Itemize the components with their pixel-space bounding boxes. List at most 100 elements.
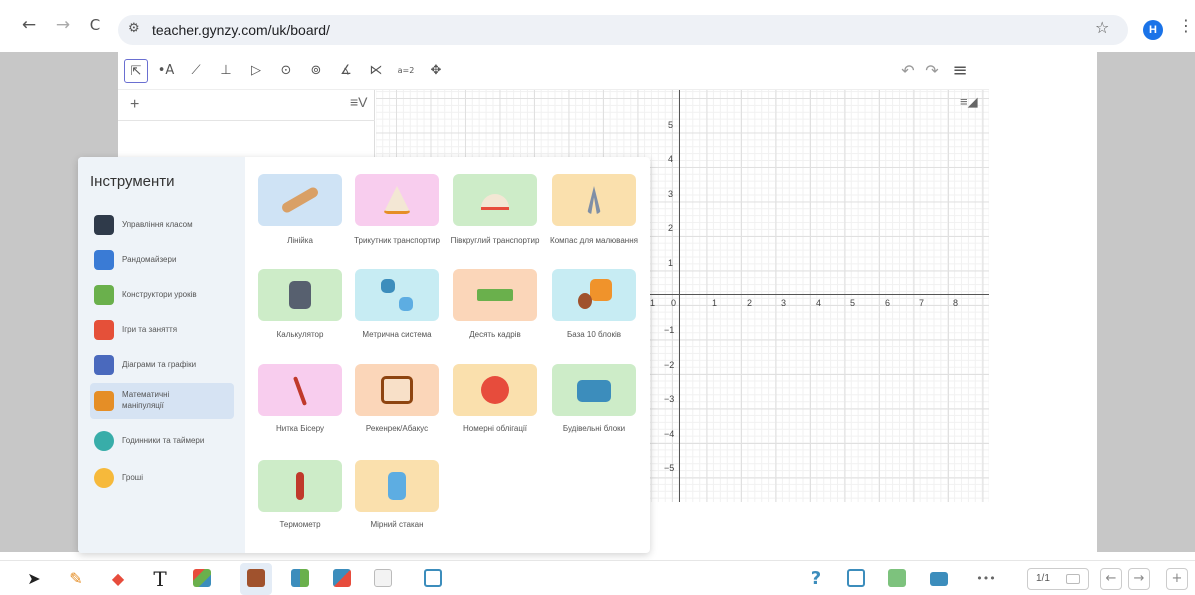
save-icon[interactable] <box>847 569 865 587</box>
category-lesson-builders[interactable]: Конструктори уроків <box>90 277 234 313</box>
x-tick-label: 4 <box>816 298 822 308</box>
next-page-button[interactable]: → <box>1128 568 1150 590</box>
add-expression-icon[interactable]: + <box>130 96 139 114</box>
tool-measuring-cup[interactable] <box>355 460 439 512</box>
reflect-tool-icon[interactable]: ⋉ <box>364 59 388 83</box>
text-icon[interactable]: T <box>150 569 170 589</box>
tool-drawing-compass[interactable] <box>552 174 636 226</box>
category-money[interactable]: Гроші <box>90 460 234 496</box>
y-tick-label: −4 <box>664 429 675 439</box>
back-button[interactable]: ← <box>18 14 40 36</box>
address-bar[interactable]: ⚙ teacher.gynzy.com/uk/board/ <box>118 15 1128 45</box>
category-clocks-timers[interactable]: Годинники та таймери <box>90 423 234 459</box>
tool-label: Лінійка <box>287 236 313 245</box>
tool-triangle-protractor[interactable] <box>355 174 439 226</box>
tool-rekenrek-abacus[interactable] <box>355 364 439 416</box>
tool-calculator[interactable] <box>258 269 342 321</box>
category-games[interactable]: Ігри та заняття <box>90 312 234 348</box>
category-label: Ігри та заняття <box>122 325 178 334</box>
tool-ruler[interactable] <box>258 174 342 226</box>
add-page-button[interactable]: + <box>1166 568 1188 590</box>
tool-semicircle-protractor[interactable] <box>453 174 537 226</box>
url-text[interactable]: teacher.gynzy.com/uk/board/ <box>152 22 330 38</box>
tool-bead-string[interactable] <box>258 364 342 416</box>
category-label: Рандомайзери <box>122 255 177 264</box>
y-tick-label: 4 <box>668 154 674 164</box>
category-class-management[interactable]: Управління класом <box>90 207 234 243</box>
polygon-tool-icon[interactable]: ▷ <box>244 59 268 83</box>
pointer-icon[interactable]: ➤ <box>24 569 44 589</box>
calculator-icon <box>289 281 311 309</box>
ruler-icon <box>94 391 114 411</box>
category-label: Управління класом <box>122 220 193 229</box>
tool-thermometer[interactable] <box>258 460 342 512</box>
list-icon[interactable] <box>374 569 392 587</box>
angle-tool-icon[interactable]: ∡ <box>334 59 358 83</box>
graphics-style-icon[interactable]: ≡◢ <box>960 94 978 110</box>
tool-label: Метрична система <box>362 330 432 339</box>
reload-button[interactable]: C <box>84 14 106 36</box>
tool-number-bonds[interactable] <box>453 364 537 416</box>
tool-label: Мірний стакан <box>370 520 424 529</box>
coins-icon <box>94 468 114 488</box>
browser-menu-icon[interactable]: ⋮ <box>1178 16 1194 35</box>
undo-icon[interactable]: ↶ <box>896 59 920 83</box>
tools-categories: Інструменти Управління класом Рандомайзе… <box>78 157 245 553</box>
point-tool-icon[interactable]: •A <box>154 59 178 83</box>
page-counter[interactable]: 1/1 <box>1027 568 1089 590</box>
site-settings-icon[interactable]: ⚙ <box>128 21 140 36</box>
tool-label: База 10 блоків <box>566 330 622 339</box>
more-options-icon[interactable]: ••• <box>972 569 1000 589</box>
screens-icon[interactable] <box>424 569 442 587</box>
tool-metric-system[interactable] <box>355 269 439 321</box>
shapes-icon[interactable] <box>193 569 211 587</box>
eraser-icon[interactable]: ◆ <box>108 569 128 589</box>
folder-icon[interactable] <box>930 572 948 586</box>
base-ten-cube-icon <box>590 279 612 301</box>
move-tool-icon[interactable]: ⇱ <box>124 59 148 83</box>
category-charts[interactable]: Діаграми та графіки <box>90 347 234 383</box>
tool-ten-frames[interactable] <box>453 269 537 321</box>
forward-button[interactable]: → <box>52 14 74 36</box>
abacus-icon <box>381 376 413 404</box>
clock-icon <box>94 431 114 451</box>
redo-icon[interactable]: ↷ <box>920 59 944 83</box>
metric-cube-icon <box>381 279 395 293</box>
media-icon[interactable] <box>333 569 351 587</box>
ten-frame-icon <box>477 289 513 301</box>
circle-tool-icon[interactable]: ⊙ <box>274 59 298 83</box>
category-randomizers[interactable]: Рандомайзери <box>90 242 234 278</box>
compass-icon <box>587 186 601 214</box>
pencil-icon[interactable]: ✎ <box>66 569 86 589</box>
apps-icon[interactable] <box>291 569 309 587</box>
tool-label: Компас для малювання <box>550 236 638 245</box>
tool-label: Рекенрек/Абакус <box>365 424 429 433</box>
games-icon <box>94 320 114 340</box>
building-blocks-icon <box>577 380 611 402</box>
category-label: Гроші <box>122 473 143 482</box>
line-tool-icon[interactable]: ⟋ <box>184 59 208 83</box>
tools-icon[interactable] <box>247 569 265 587</box>
tool-base-ten-blocks[interactable] <box>552 269 636 321</box>
bookmark-star-icon[interactable]: ☆ <box>1095 18 1109 37</box>
help-icon[interactable]: ? <box>806 569 826 589</box>
tool-building-blocks[interactable] <box>552 364 636 416</box>
bead-string-icon <box>292 376 308 406</box>
geogebra-menu-icon[interactable]: ≡ <box>948 59 972 83</box>
tool-label: Півкруглий транспортир <box>450 236 540 245</box>
page-thumbnail-icon <box>1066 574 1080 584</box>
profile-avatar[interactable]: H <box>1143 20 1163 40</box>
category-label: Конструктори уроків <box>122 290 197 299</box>
category-math-manipulatives[interactable]: Математичні маніпуляції <box>90 383 234 419</box>
circle-three-points-tool-icon[interactable]: ⊚ <box>304 59 328 83</box>
previous-page-button[interactable]: ← <box>1100 568 1122 590</box>
thermometer-icon <box>296 472 304 500</box>
x-tick-label: 1 <box>712 298 718 308</box>
slider-tool-icon[interactable]: a=2 <box>394 59 418 83</box>
x-tick-label: 3 <box>781 298 787 308</box>
x-tick-label: 1 <box>650 298 656 308</box>
algebra-menu-icon[interactable]: ≡V <box>350 94 368 110</box>
add-page-icon[interactable] <box>888 569 906 587</box>
perpendicular-tool-icon[interactable]: ⊥ <box>214 59 238 83</box>
move-graphics-tool-icon[interactable]: ✥ <box>424 59 448 83</box>
